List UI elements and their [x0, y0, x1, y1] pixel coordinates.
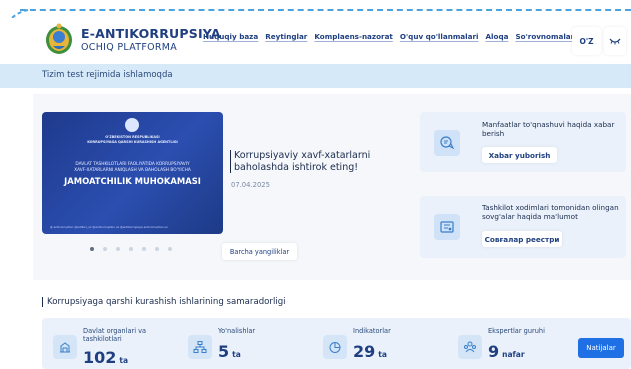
- carousel-dots: [90, 247, 172, 251]
- main-nav: Huquqiy baza Reytinglar Komplaens-nazora…: [203, 32, 581, 41]
- building-icon: [53, 335, 77, 359]
- gift-registry-icon: [434, 214, 460, 240]
- conflict-report-text: Manfaatlar to'qnashuvi haqida xabar beri…: [482, 120, 615, 138]
- carousel-dot[interactable]: [168, 247, 172, 251]
- stat-value: 5 ta: [218, 342, 241, 361]
- all-news-button[interactable]: Barcha yangiliklar: [222, 243, 297, 260]
- poster-org-line1: O'ZBEKISTON RESPUBLIKASI: [105, 135, 160, 139]
- stats-panel: Davlat organlari va tashkilotlari 102 ta …: [42, 318, 631, 369]
- poster-org-line2: KORRUPSIYAGA QARSHI KURASHISH AGENTLIGI: [87, 140, 178, 144]
- decorative-dashed-line: [20, 9, 631, 11]
- nav-item-huquqiy-baza[interactable]: Huquqiy baza: [203, 32, 258, 41]
- nav-item-komplaens-nazorat[interactable]: Komplaens-nazorat: [314, 32, 393, 41]
- stat-directions: Yo'nalishlar 5 ta: [177, 318, 312, 369]
- carousel-dot[interactable]: [90, 247, 94, 251]
- eye-icon: [609, 38, 621, 45]
- site-header: E-ANTIKORRUPSIYA OCHIQ PLATFORMA Huquqiy…: [0, 18, 631, 66]
- send-report-button[interactable]: Xabar yuborish: [482, 147, 557, 163]
- nav-item-sorovnomalar[interactable]: So'rovnomalar: [515, 32, 574, 41]
- poster-headline: JAMOATCHILIK MUHOKAMASI: [64, 176, 201, 186]
- poster-emblem-icon: [125, 118, 139, 132]
- banner-text: Tizim test rejimida ishlamoqda: [42, 70, 173, 80]
- language-switcher[interactable]: O'Z: [572, 27, 601, 55]
- gifts-registry-text: Tashkilot xodimlari tomonidan olingan so…: [482, 203, 619, 221]
- message-report-icon: [434, 130, 460, 156]
- stat-expert-groups: Ekspertlar guruhi 9 nafar: [447, 318, 577, 369]
- nav-item-aloqa[interactable]: Aloqa: [485, 32, 508, 41]
- brand-title[interactable]: E-ANTIKORRUPSIYA: [81, 26, 221, 41]
- stat-value: 9 nafar: [488, 342, 525, 361]
- results-button[interactable]: Natijalar: [578, 338, 624, 358]
- stat-label: Yo'nalishlar: [218, 327, 256, 335]
- stat-label: Ekspertlar guruhi: [488, 327, 545, 335]
- carousel-dot[interactable]: [142, 247, 146, 251]
- news-poster-image[interactable]: O'ZBEKISTON RESPUBLIKASI KORRUPSIYAGA QA…: [42, 112, 223, 234]
- stat-value: 29 ta: [353, 342, 387, 361]
- accessibility-eye-button[interactable]: [604, 27, 626, 55]
- stat-label: Davlat organlari va tashkilotlari: [83, 327, 147, 343]
- pie-chart-icon: [323, 335, 347, 359]
- news-date: 07.04.2025: [231, 181, 270, 189]
- efficiency-section-title: Korrupsiyaga qarshi kurashish ishlarinin…: [42, 297, 286, 307]
- news-headline[interactable]: Korrupsiyaviy xavf-xatarlarni baholashda…: [230, 150, 422, 173]
- gifts-registry-button[interactable]: Совғалар реестри: [482, 231, 562, 247]
- carousel-dot[interactable]: [116, 247, 120, 251]
- poster-subtitle-line1: DAVLAT TASHKILOTLARI FAOLIYATIDA KORRUPS…: [75, 162, 190, 167]
- stat-organizations: Davlat organlari va tashkilotlari 102 ta: [42, 318, 177, 369]
- test-mode-banner: Tizim test rejimida ishlamoqda: [0, 64, 631, 88]
- brand-subtitle[interactable]: OCHIQ PLATFORMA: [81, 42, 177, 53]
- nav-item-reytinglar[interactable]: Reytinglar: [265, 32, 307, 41]
- gifts-registry-card: Tashkilot xodimlari tomonidan olingan so…: [420, 196, 626, 258]
- poster-subtitle-line2: XAVF-XATARLARNI ANIQLASH VA BAHOLASH BO'…: [74, 168, 191, 173]
- stat-label: Indikatorlar: [353, 327, 391, 335]
- hierarchy-icon: [188, 335, 212, 359]
- carousel-dot[interactable]: [103, 247, 107, 251]
- stat-value: 102 ta: [83, 348, 129, 367]
- stat-indicators: Indikatorlar 29 ta: [312, 318, 447, 369]
- carousel-dot[interactable]: [129, 247, 133, 251]
- conflict-report-card: Manfaatlar to'qnashuvi haqida xabar beri…: [420, 112, 626, 172]
- state-emblem-logo[interactable]: [44, 22, 74, 56]
- nav-item-oquv-qollanmalari[interactable]: O'quv qo'llanmalari: [400, 32, 479, 41]
- poster-social-links: @ anticorruption @antikor_uz @anticorrup…: [50, 225, 168, 229]
- carousel-dot[interactable]: [155, 247, 159, 251]
- people-group-icon: [458, 335, 482, 359]
